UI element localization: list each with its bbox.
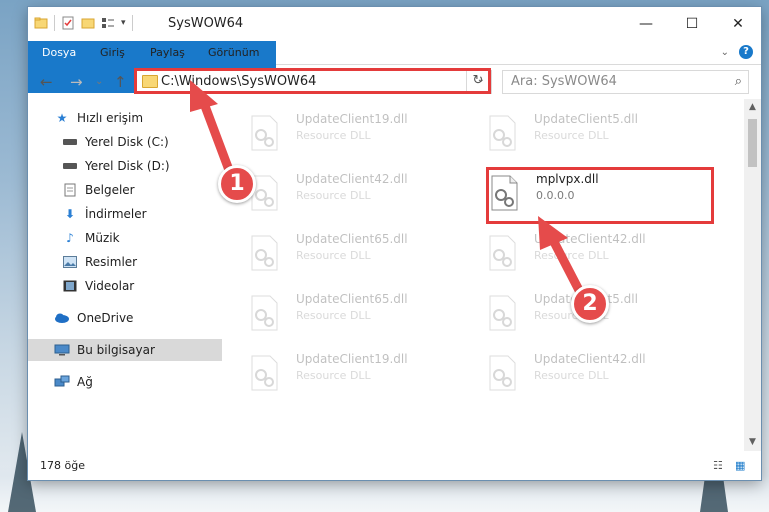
- annotation-arrows: [190, 80, 587, 301]
- step-badge-1: 1: [218, 165, 256, 203]
- arrow-1: [197, 93, 237, 183]
- step-badge-2: 2: [571, 285, 609, 323]
- arrow-2: [547, 233, 587, 301]
- arrow-head-1: [190, 80, 218, 112]
